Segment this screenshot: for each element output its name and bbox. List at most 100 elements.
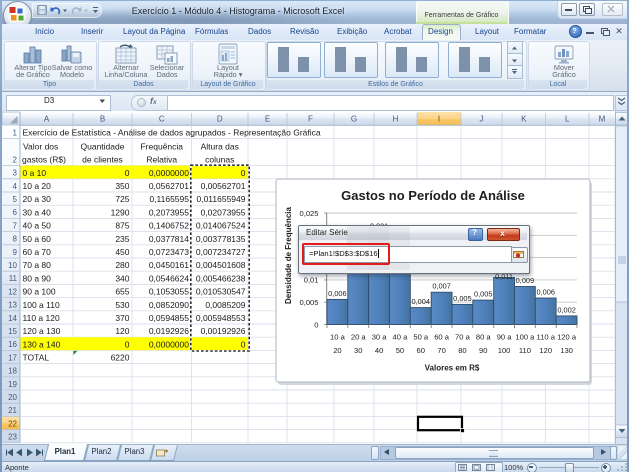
svg-text:0,005: 0,005 xyxy=(299,298,318,307)
svg-text:120 a: 120 a xyxy=(557,333,577,342)
svg-text:13: 13 xyxy=(8,301,17,310)
svg-text:0,006: 0,006 xyxy=(328,289,347,298)
svg-text:11: 11 xyxy=(9,274,18,283)
svg-text:110 a: 110 a xyxy=(537,333,556,342)
svg-text:50 a: 50 a xyxy=(413,333,429,342)
svg-text:0,1165595: 0,1165595 xyxy=(149,194,189,204)
svg-text:M: M xyxy=(599,115,606,124)
svg-text:0,005948553: 0,005948553 xyxy=(196,313,246,323)
svg-text:G: G xyxy=(351,115,357,124)
svg-text:19: 19 xyxy=(8,380,17,389)
svg-text:0,2073955: 0,2073955 xyxy=(149,207,189,217)
svg-text:0: 0 xyxy=(241,168,246,178)
svg-text:0: 0 xyxy=(125,339,130,349)
svg-text:80 a 90: 80 a 90 xyxy=(23,273,52,283)
svg-text:0,006: 0,006 xyxy=(537,287,556,296)
svg-text:0 a 10: 0 a 10 xyxy=(23,168,47,178)
svg-text:Exercício de Estatística - Aná: Exercício de Estatística - Análise de da… xyxy=(23,128,321,138)
svg-text:D: D xyxy=(217,115,223,124)
svg-text:0,0192926: 0,0192926 xyxy=(149,326,189,336)
svg-text:40 a 50: 40 a 50 xyxy=(23,221,52,231)
svg-text:0,005466238: 0,005466238 xyxy=(196,273,246,283)
svg-text:0,010530547: 0,010530547 xyxy=(196,287,246,297)
svg-text:0,0000000: 0,0000000 xyxy=(149,168,189,178)
svg-text:40 a: 40 a xyxy=(393,333,409,342)
svg-text:Densidade de Frequência: Densidade de Frequência xyxy=(284,206,293,303)
svg-text:60 a 70: 60 a 70 xyxy=(23,247,52,257)
svg-text:725: 725 xyxy=(115,194,129,204)
svg-text:0,0450161: 0,0450161 xyxy=(149,260,189,270)
svg-text:K: K xyxy=(521,115,527,124)
svg-text:120 a 130: 120 a 130 xyxy=(23,326,61,336)
svg-text:1290: 1290 xyxy=(111,207,130,217)
svg-text:10: 10 xyxy=(8,261,17,270)
svg-text:90 a: 90 a xyxy=(497,333,513,342)
svg-text:A: A xyxy=(44,115,50,124)
svg-text:100 a: 100 a xyxy=(515,333,535,342)
svg-text:50: 50 xyxy=(396,346,404,355)
svg-text:Gastos no Período de Análise: Gastos no Período de Análise xyxy=(341,188,525,203)
svg-text:90: 90 xyxy=(479,346,487,355)
svg-text:0,009: 0,009 xyxy=(516,276,535,285)
svg-text:80 a: 80 a xyxy=(476,333,492,342)
svg-text:0,0085209: 0,0085209 xyxy=(205,300,245,310)
svg-text:110 a 120: 110 a 120 xyxy=(23,313,60,323)
svg-text:30: 30 xyxy=(354,346,362,355)
svg-text:F: F xyxy=(308,115,313,124)
svg-text:0,007: 0,007 xyxy=(432,282,451,291)
svg-text:E: E xyxy=(265,115,270,124)
svg-text:1: 1 xyxy=(13,128,18,137)
svg-text:120: 120 xyxy=(539,346,552,355)
svg-text:9: 9 xyxy=(13,248,18,257)
svg-text:655: 655 xyxy=(115,287,129,297)
svg-text:16: 16 xyxy=(8,340,17,349)
svg-text:0,014067524: 0,014067524 xyxy=(196,221,246,231)
svg-text:130 a 140: 130 a 140 xyxy=(23,339,61,349)
svg-text:0,0723473: 0,0723473 xyxy=(149,247,189,257)
svg-text:TOTAL: TOTAL xyxy=(23,353,50,363)
svg-text:Quantidade: Quantidade xyxy=(81,142,125,152)
svg-text:0,02073955: 0,02073955 xyxy=(201,207,246,217)
svg-text:0,00562701: 0,00562701 xyxy=(201,181,246,191)
svg-text:130: 130 xyxy=(560,346,573,355)
svg-text:20: 20 xyxy=(8,393,17,402)
svg-text:0,0562701: 0,0562701 xyxy=(149,181,189,191)
svg-text:Valores em R$: Valores em R$ xyxy=(425,364,480,373)
svg-text:15: 15 xyxy=(8,327,17,336)
svg-text:530: 530 xyxy=(115,300,129,310)
svg-text:B: B xyxy=(100,115,105,124)
svg-text:6220: 6220 xyxy=(111,353,130,363)
svg-text:0: 0 xyxy=(241,339,246,349)
svg-text:0,011655949: 0,011655949 xyxy=(196,194,245,204)
svg-text:21: 21 xyxy=(8,406,17,415)
svg-text:10 a 20: 10 a 20 xyxy=(23,181,52,191)
svg-text:20 a 30: 20 a 30 xyxy=(23,194,52,204)
svg-text:0,01: 0,01 xyxy=(304,276,319,285)
svg-text:23: 23 xyxy=(8,433,17,442)
svg-text:0,0594855: 0,0594855 xyxy=(149,313,189,323)
svg-text:450: 450 xyxy=(115,247,129,257)
svg-text:0,0852090: 0,0852090 xyxy=(149,300,189,310)
svg-text:90 a 100: 90 a 100 xyxy=(23,287,56,297)
svg-text:60 a: 60 a xyxy=(434,333,450,342)
svg-text:0,005: 0,005 xyxy=(453,294,472,303)
svg-text:0: 0 xyxy=(125,168,130,178)
svg-text:280: 280 xyxy=(115,260,129,270)
svg-text:Frequência: Frequência xyxy=(140,142,183,152)
svg-text:100: 100 xyxy=(498,346,511,355)
svg-text:20 a: 20 a xyxy=(351,333,367,342)
svg-text:I: I xyxy=(438,115,440,124)
svg-text:0,1406752: 0,1406752 xyxy=(149,221,189,231)
svg-text:H: H xyxy=(393,115,399,124)
svg-text:colunas: colunas xyxy=(205,155,234,165)
svg-text:0,004501608: 0,004501608 xyxy=(196,260,246,270)
svg-text:875: 875 xyxy=(115,221,129,231)
svg-text:30 a 40: 30 a 40 xyxy=(23,207,52,217)
svg-text:235: 235 xyxy=(115,234,129,244)
svg-text:20: 20 xyxy=(333,346,341,355)
svg-text:2: 2 xyxy=(13,155,18,164)
svg-text:L: L xyxy=(565,115,570,124)
svg-text:0,005: 0,005 xyxy=(474,290,493,299)
svg-text:8: 8 xyxy=(13,235,18,244)
svg-text:40: 40 xyxy=(375,346,383,355)
